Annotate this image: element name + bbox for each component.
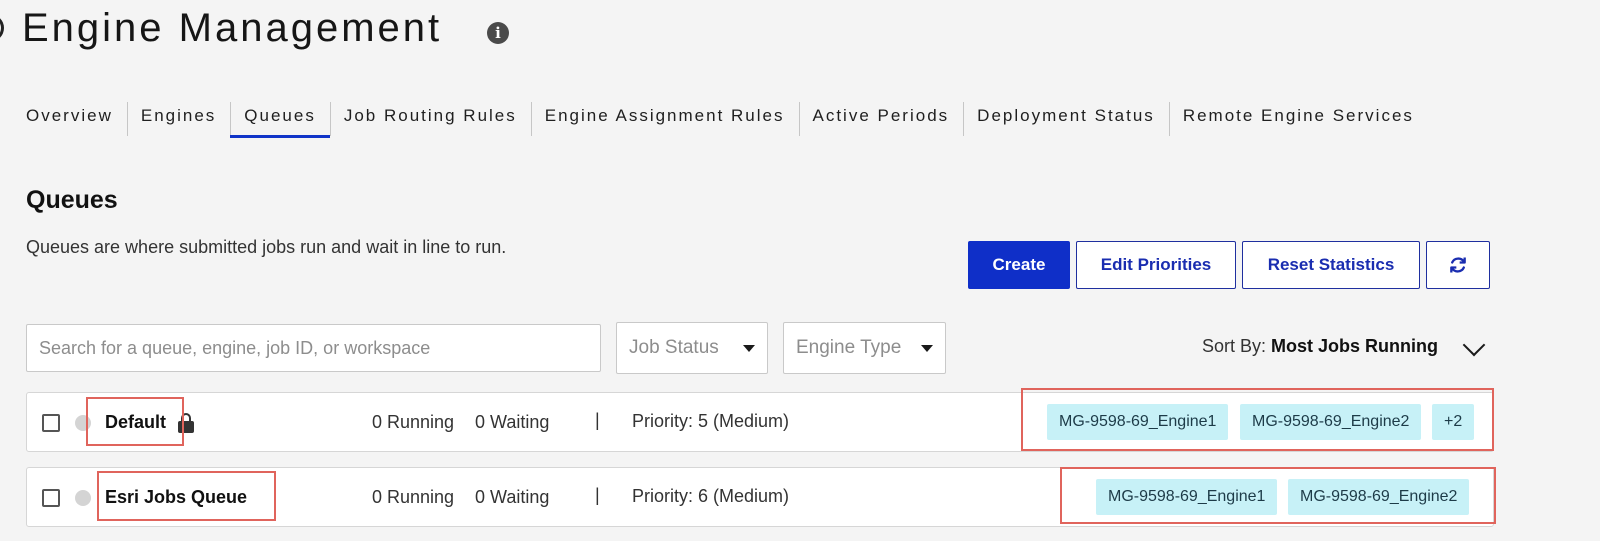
section-description: Queues are where submitted jobs run and … [26, 237, 507, 257]
search-input[interactable] [26, 324, 601, 372]
reset-statistics-button[interactable]: Reset Statistics [1242, 241, 1420, 289]
tab-engines[interactable]: Engines [126, 100, 230, 138]
queue-name[interactable]: Default [105, 412, 166, 433]
queue-name[interactable]: Esri Jobs Queue [105, 487, 247, 508]
tab-remote-engine-services[interactable]: Remote Engine Services [1168, 100, 1428, 138]
tab-job-routing-rules[interactable]: Job Routing Rules [329, 100, 531, 138]
priority-text: Priority: 6 (Medium) [632, 486, 790, 506]
engine-tag[interactable]: MG-9598-69_Engine2 [1240, 404, 1422, 440]
chevron-down-icon[interactable] [1462, 333, 1486, 357]
row-checkbox[interactable] [42, 414, 60, 432]
more-engines-tag[interactable]: +2 [1432, 404, 1475, 440]
sort-value: Most Jobs Running [1271, 336, 1439, 356]
status-dot [75, 490, 91, 506]
separator: | [595, 410, 600, 430]
refresh-icon [1450, 257, 1466, 273]
tab-queues[interactable]: Queues [230, 100, 330, 138]
row-checkbox[interactable] [42, 489, 60, 507]
lock-icon [178, 413, 194, 433]
tab-overview[interactable]: Overview [12, 100, 127, 138]
priority-text: Priority: 5 (Medium) [632, 411, 790, 431]
page-title: Engine Management [22, 6, 443, 50]
sort-control[interactable]: Sort By: Most Jobs Running [1202, 336, 1438, 357]
info-icon[interactable]: i [487, 22, 509, 44]
create-button[interactable]: Create [968, 241, 1070, 289]
tab-bar: Overview Engines Queues Job Routing Rule… [12, 100, 1428, 138]
waiting-count: 0 Waiting [475, 412, 550, 432]
tab-engine-assignment-rules[interactable]: Engine Assignment Rules [530, 100, 799, 138]
sort-prefix: Sort By: [1202, 336, 1267, 356]
engine-type-label: Engine Type [796, 337, 902, 358]
caret-down-icon [921, 344, 933, 352]
title-icon-fragment [0, 14, 4, 42]
tab-active-periods[interactable]: Active Periods [798, 100, 964, 138]
job-status-label: Job Status [629, 337, 719, 358]
engine-tag[interactable]: MG-9598-69_Engine2 [1288, 479, 1470, 515]
running-count: 0 Running [372, 412, 455, 432]
running-count: 0 Running [372, 487, 455, 507]
queue-row[interactable]: Esri Jobs Queue 0 Running 0 Waiting | Pr… [26, 467, 1494, 527]
section-title: Queues [26, 186, 118, 214]
queue-row[interactable]: Default 0 Running 0 Waiting | Priority: … [26, 392, 1494, 452]
separator: | [595, 485, 600, 505]
engine-tag[interactable]: MG-9598-69_Engine1 [1096, 479, 1278, 515]
engine-tag[interactable]: MG-9598-69_Engine1 [1047, 404, 1229, 440]
status-dot [75, 415, 91, 431]
tab-deployment-status[interactable]: Deployment Status [963, 100, 1169, 138]
engine-type-dropdown[interactable]: Engine Type [783, 322, 946, 374]
job-status-dropdown[interactable]: Job Status [616, 322, 768, 374]
waiting-count: 0 Waiting [475, 487, 550, 507]
refresh-button[interactable] [1426, 241, 1490, 289]
caret-down-icon [743, 344, 755, 352]
edit-priorities-button[interactable]: Edit Priorities [1076, 241, 1236, 289]
